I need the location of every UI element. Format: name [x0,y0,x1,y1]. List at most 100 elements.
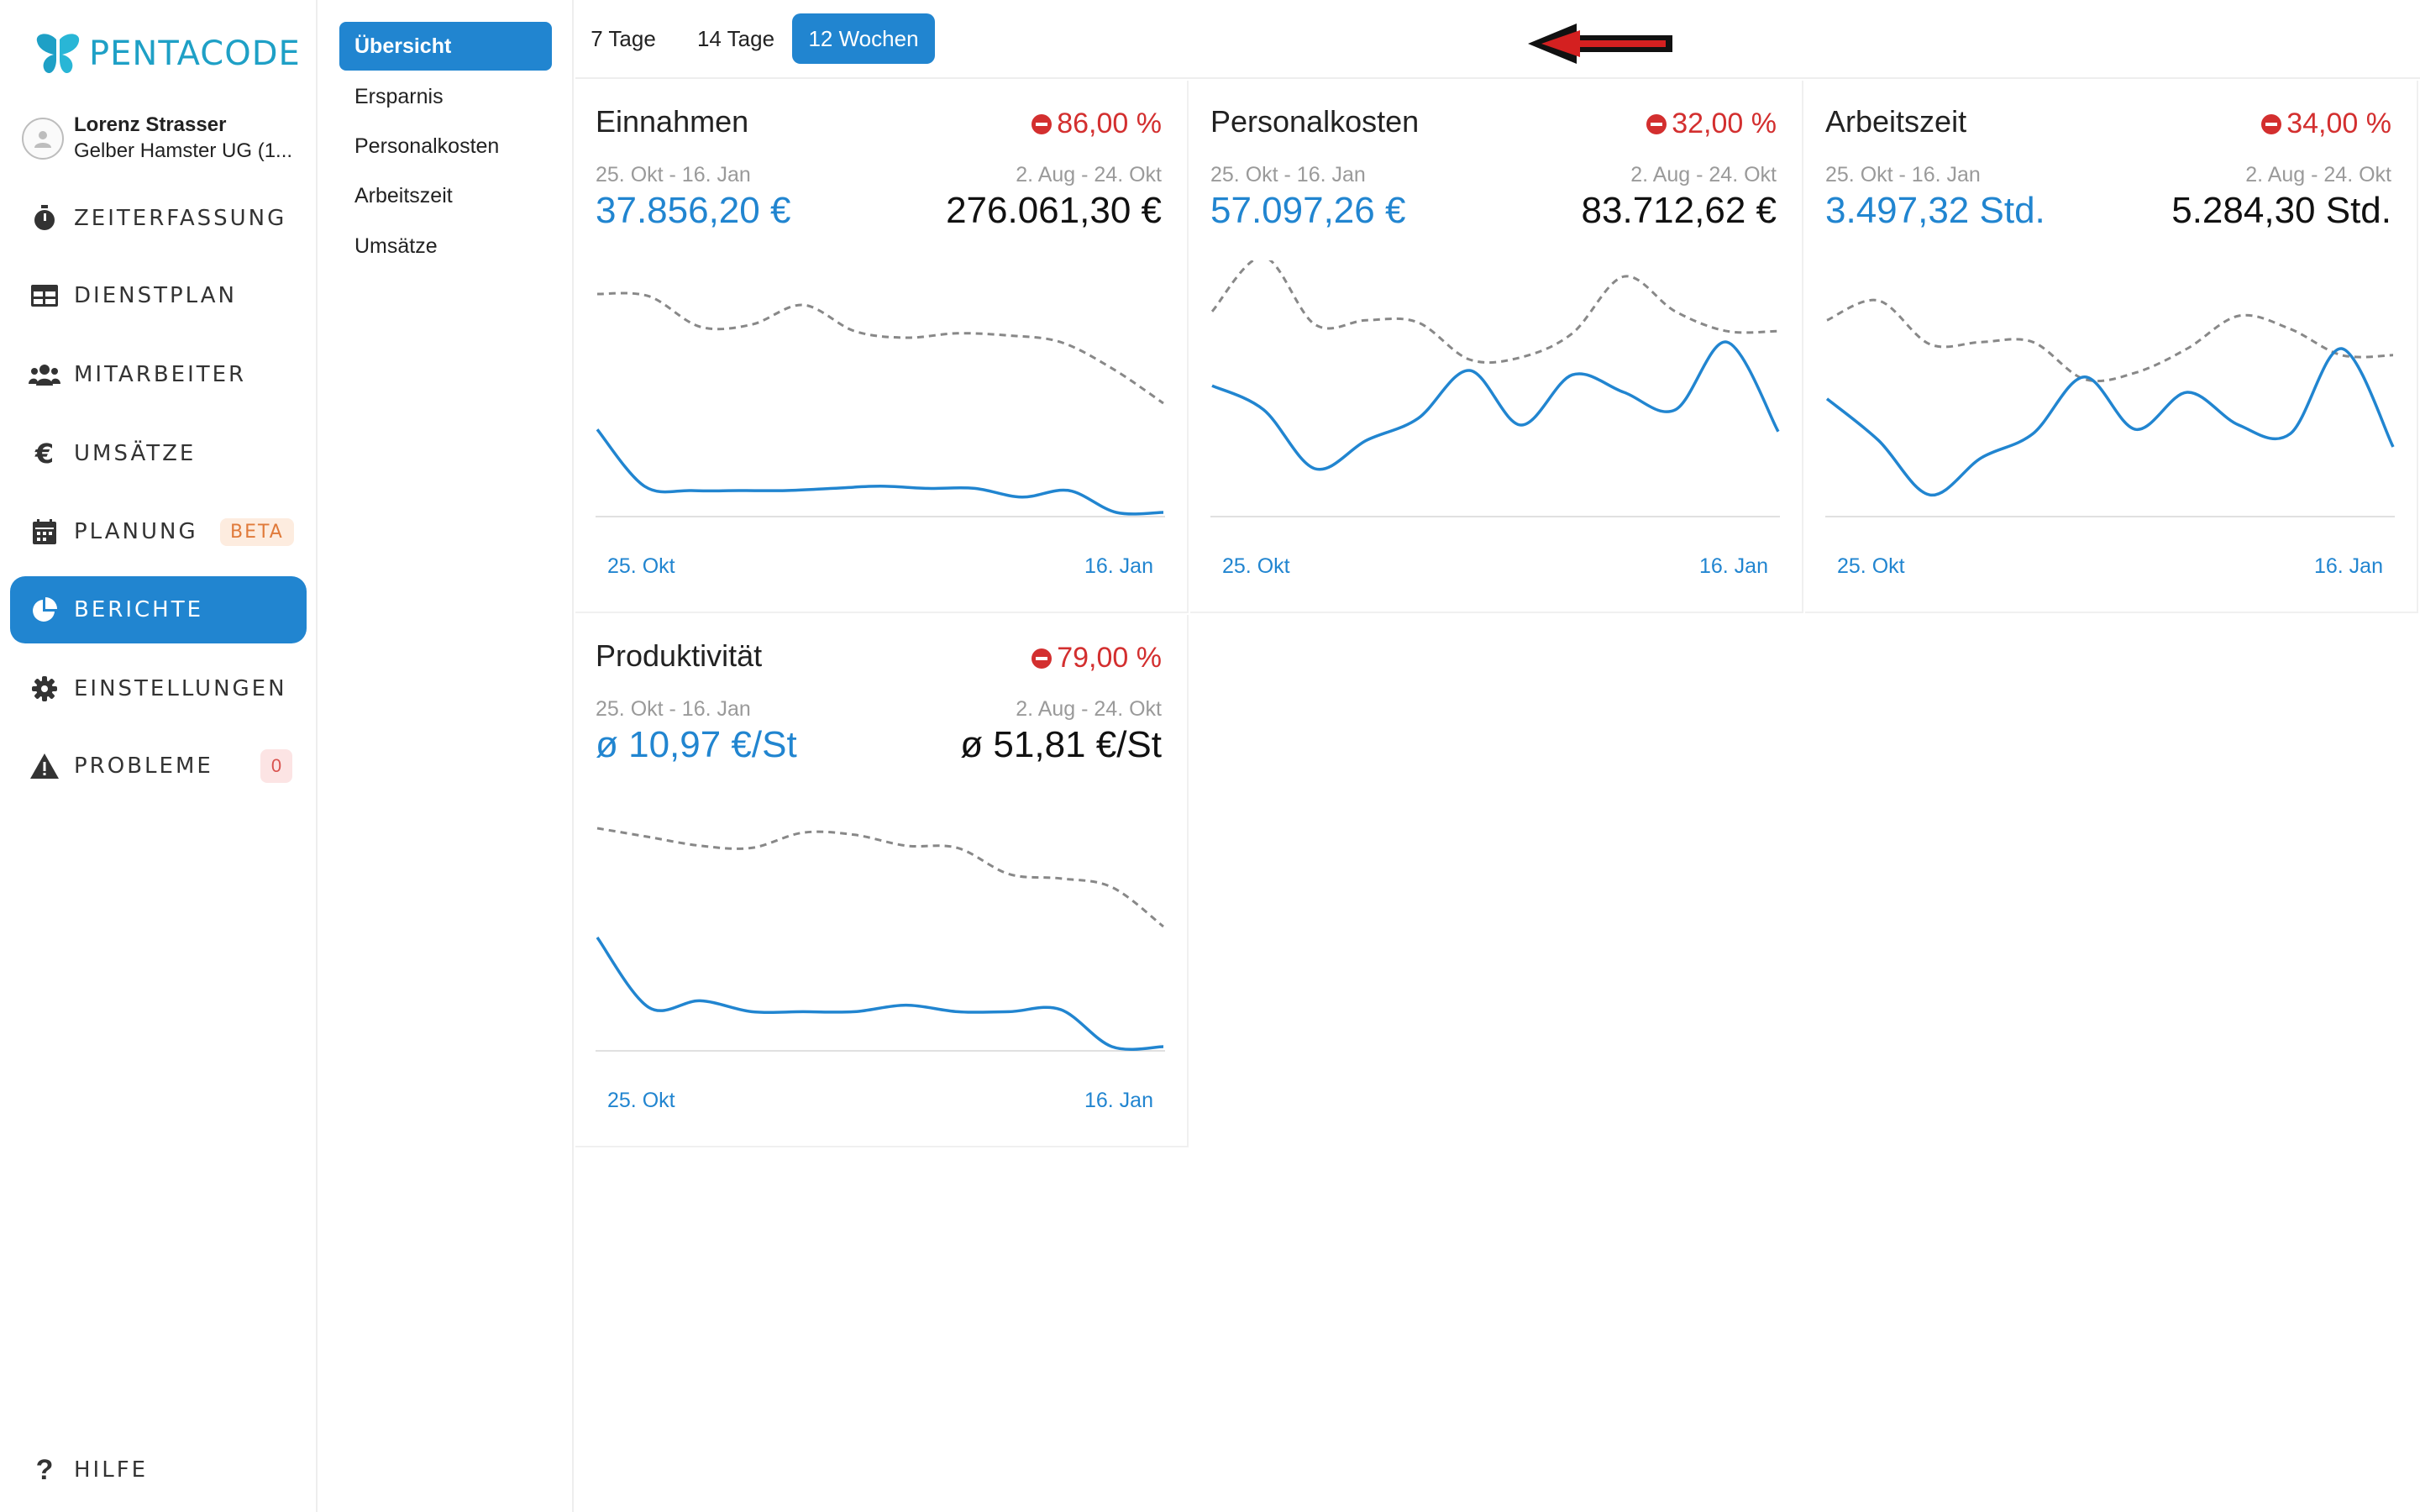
value-previous: ø 51,81 €/St [960,724,1162,765]
value-current: 57.097,26 € [1210,190,1406,231]
value-previous: 5.284,30 Std. [2171,190,2391,231]
chart-personalkosten [1210,260,1780,517]
report-subnav: Übersicht Ersparnis Personalkosten Arbei… [319,0,574,1512]
beta-badge: BETA [220,517,294,546]
axis-end-label: 16. Jan [1084,1089,1153,1112]
annotation-arrow-icon [1528,24,1672,64]
change-indicator: 32,00 % [1646,108,1777,140]
nav-item-dienstplan[interactable]: DIENSTPLAN [10,262,307,329]
period-current: 25. Okt - 16. Jan [1210,163,1366,186]
user-name: Lorenz Strasser [74,113,227,136]
table-icon [29,280,60,312]
change-indicator: 34,00 % [2261,108,2391,140]
current-period-line [596,428,1164,516]
minus-circle-icon [1032,113,1053,134]
nav-item-mitarbeiter[interactable]: MITARBEITER [10,341,307,408]
axis-end-label: 16. Jan [1698,554,1768,578]
card-title: Arbeitszeit [1825,104,1967,139]
report-card-einnahmen[interactable]: Einnahmen 86,00 % 25. Okt - 16. Jan 2. A… [575,81,1189,613]
period-button-12-wochen[interactable]: 12 Wochen [792,13,935,64]
axis-end-label: 16. Jan [2313,554,2383,578]
nav-label: ZEITERFASSUNG [74,206,287,231]
nav-item-probleme[interactable]: PROBLEME 0 [10,732,307,800]
minus-circle-icon [2261,113,2282,134]
subnav-item-personalkosten[interactable]: Personalkosten [339,122,552,171]
change-value: 79,00 % [1057,642,1162,674]
minus-circle-icon [1032,648,1053,669]
brand-logo[interactable]: PENTACODE [34,30,301,77]
value-current: 37.856,20 € [596,190,791,231]
user-avatar-icon [34,131,51,148]
current-period-line [1825,347,2395,496]
nav-label: MITARBEITER [74,362,247,387]
nav-item-einstellungen[interactable]: EINSTELLUNGEN [10,655,307,722]
card-title: Personalkosten [1210,104,1420,139]
previous-period-line [596,291,1164,405]
period-current: 25. Okt - 16. Jan [596,163,751,186]
period-current: 25. Okt - 16. Jan [596,697,751,721]
sidebar: PENTACODE Lorenz Strasser Gelber Hamster… [0,0,318,1512]
nav-label: BERICHTE [74,597,204,622]
pie-chart-icon [29,594,60,626]
nav-item-hilfe[interactable]: ? HILFE [10,1436,307,1504]
users-icon [29,359,60,391]
problem-count-badge: 0 [260,749,292,783]
period-current: 25. Okt - 16. Jan [1825,163,1981,186]
period-selector-bar: 7 Tage 14 Tage 12 Wochen [575,0,2420,79]
value-current: ø 10,97 €/St [596,724,797,765]
subnav-item-arbeitszeit[interactable]: Arbeitszeit [339,171,552,220]
card-title: Einnahmen [596,104,749,139]
subnav-item-umsaetze[interactable]: Umsätze [339,222,552,270]
previous-period-line [1826,298,2394,383]
nav-label: PROBLEME [74,753,213,779]
avatar [22,118,64,160]
help-icon: ? [35,1453,54,1486]
card-title: Produktivität [596,638,763,673]
gear-icon [29,673,60,705]
axis-start-label: 25. Okt [607,554,675,578]
current-period-line [596,936,1164,1052]
axis-start-label: 25. Okt [1837,554,1905,578]
period-button-14-tage[interactable]: 14 Tage [690,13,782,64]
nav-label: HILFE [74,1457,149,1483]
value-previous: 83.712,62 € [1581,190,1777,231]
chart-arbeitszeit [1825,298,2395,517]
chart-einnahmen [596,291,1165,517]
change-indicator: 79,00 % [1032,642,1162,675]
user-company: Gelber Hamster UG (1... [74,139,293,162]
euro-icon: € [34,438,55,470]
nav-label: EINSTELLUNGEN [74,676,287,701]
nav-label: DIENSTPLAN [74,283,237,308]
nav-label: PLANUNG [74,519,198,544]
nav-item-zeiterfassung[interactable]: ZEITERFASSUNG [10,185,307,252]
subnav-item-uebersicht[interactable]: Übersicht [339,22,552,71]
report-card-arbeitszeit[interactable]: Arbeitszeit 34,00 % 25. Okt - 16. Jan 2.… [1805,81,2418,613]
previous-period-line [596,827,1164,928]
nav-label: UMSÄTZE [74,441,197,466]
report-card-produktivitaet[interactable]: Produktivität 79,00 % 25. Okt - 16. Jan … [575,615,1189,1147]
previous-period-line [1210,260,1779,365]
user-profile[interactable]: Lorenz Strasser Gelber Hamster UG (1... [22,113,292,165]
subnav-item-ersparnis[interactable]: Ersparnis [339,72,552,121]
period-previous: 2. Aug - 24. Okt [2245,163,2391,186]
report-card-personalkosten[interactable]: Personalkosten 32,00 % 25. Okt - 16. Jan… [1190,81,1803,613]
calendar-icon [29,516,60,548]
axis-start-label: 25. Okt [607,1089,675,1112]
period-previous: 2. Aug - 24. Okt [1016,163,1162,186]
axis-start-label: 25. Okt [1222,554,1290,578]
stopwatch-icon [29,202,60,234]
chart-produktivitaet [596,827,1165,1052]
warning-icon [29,750,60,782]
change-value: 86,00 % [1057,108,1162,139]
nav-item-berichte[interactable]: BERICHTE [10,576,307,643]
period-button-7-tage[interactable]: 7 Tage [584,13,663,64]
axis-end-label: 16. Jan [1084,554,1153,578]
period-previous: 2. Aug - 24. Okt [1630,163,1777,186]
nav-item-umsaetze[interactable]: € UMSÄTZE [10,420,307,487]
brand-name: PENTACODE [89,34,301,73]
nav-item-planung[interactable]: PLANUNG BETA [10,498,307,565]
minus-circle-icon [1646,113,1667,134]
change-value: 32,00 % [1672,108,1777,139]
butterfly-logo-icon [36,34,80,74]
period-previous: 2. Aug - 24. Okt [1016,697,1162,721]
